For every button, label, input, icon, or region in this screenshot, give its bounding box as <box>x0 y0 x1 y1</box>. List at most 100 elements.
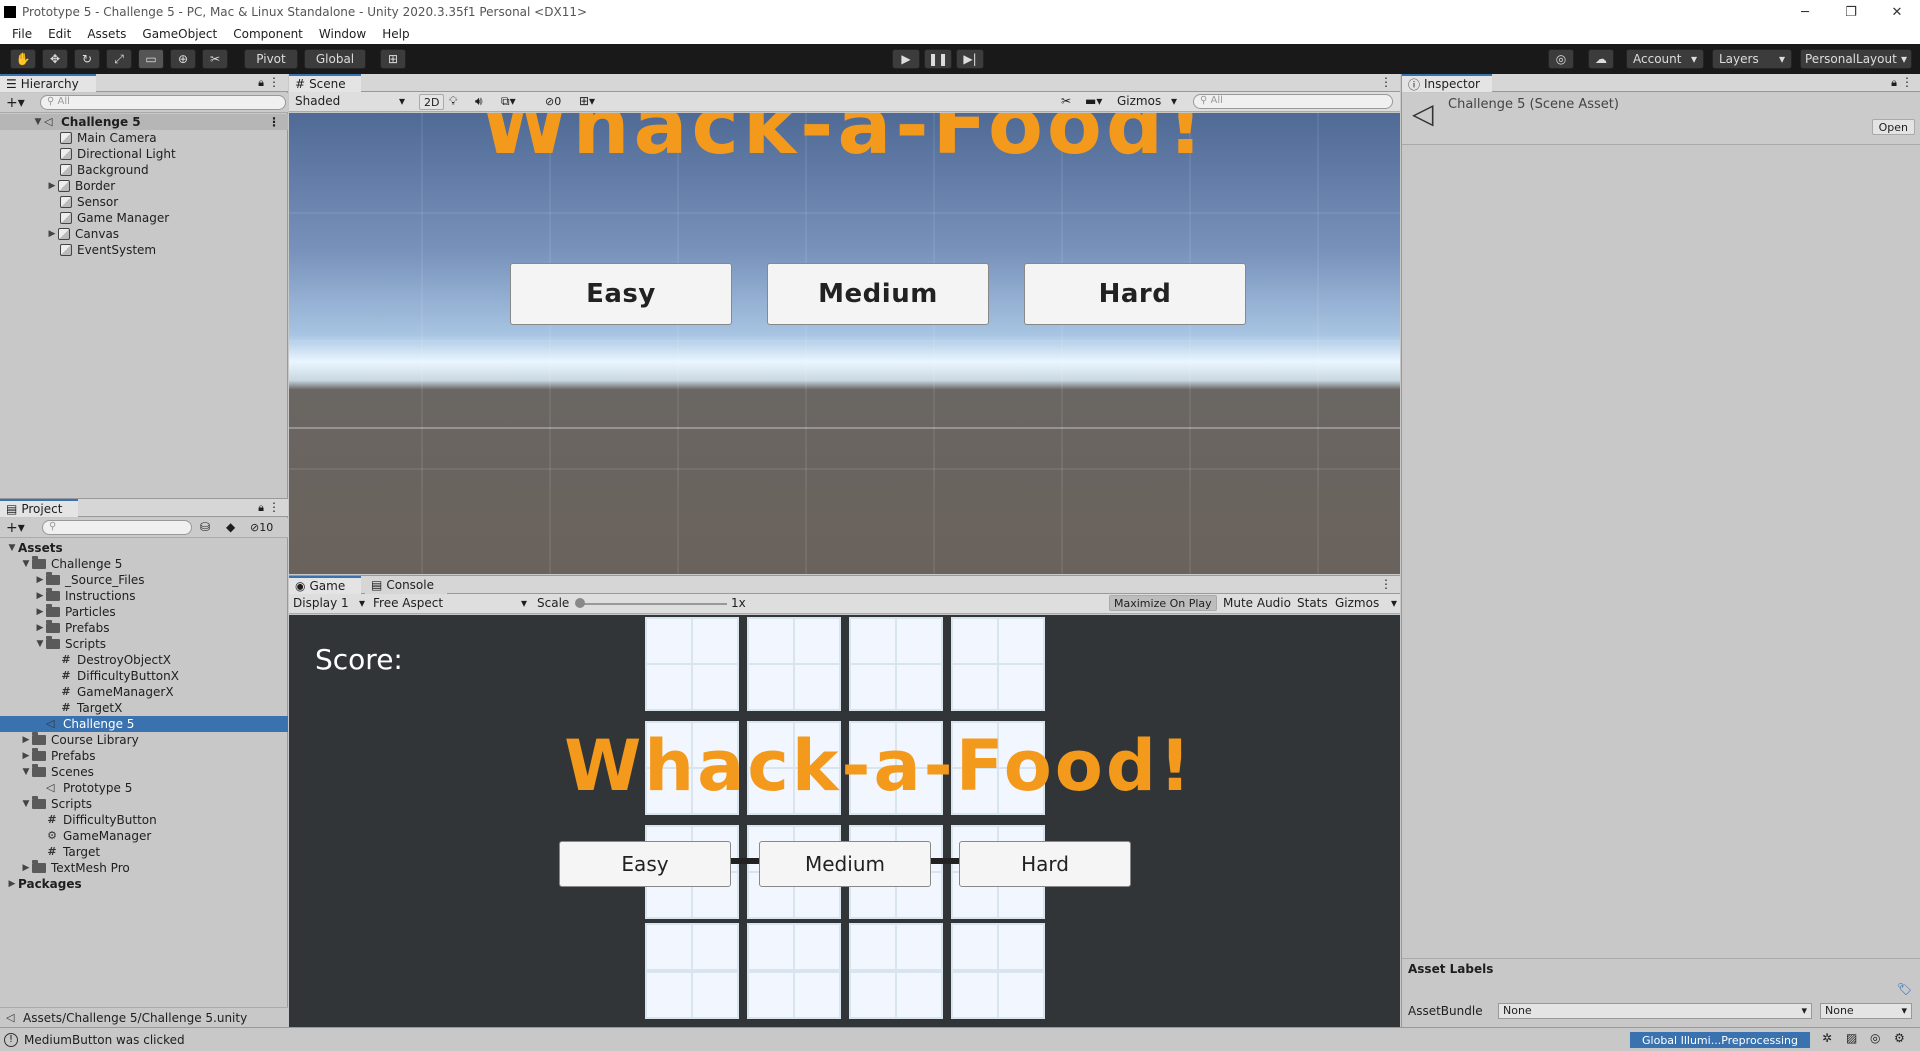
easy-button[interactable]: Easy <box>559 841 731 887</box>
audio-icon[interactable]: 🔊︎ <box>475 94 483 109</box>
expand-arrow-icon[interactable]: ▶ <box>20 863 32 873</box>
tab-scene[interactable]: # Scene <box>289 74 361 92</box>
medium-button[interactable]: Medium <box>759 841 931 887</box>
account-dropdown[interactable]: Account ▾ <box>1626 49 1704 69</box>
more-icon[interactable]: ⋮ <box>268 115 280 129</box>
expand-arrow-icon[interactable]: ▶ <box>34 623 46 633</box>
more-icon[interactable]: ⋮ <box>268 75 280 89</box>
pause-button[interactable]: ❚❚ <box>924 49 952 69</box>
filter-type-icon[interactable]: ⛁ <box>200 520 210 534</box>
lock-icon[interactable]: 🔒︎ <box>258 501 264 515</box>
expand-arrow-icon[interactable]: ▼ <box>32 117 44 127</box>
cloud-icon[interactable]: ☁ <box>1588 49 1614 69</box>
hidden-count-badge[interactable]: ⊘10 <box>250 521 273 534</box>
scale-slider-handle[interactable] <box>575 598 585 608</box>
collab-icon[interactable]: ◎ <box>1548 49 1574 69</box>
hierarchy-item[interactable]: Background <box>60 162 149 178</box>
menu-file[interactable]: File <box>4 27 40 41</box>
hand-tool-icon[interactable]: ✋ <box>10 49 36 69</box>
project-tree-item[interactable]: ▶ Prefabs <box>0 748 288 764</box>
add-icon[interactable]: +▾ <box>6 95 25 111</box>
stats-toggle[interactable]: Stats <box>1297 596 1328 610</box>
menu-component[interactable]: Component <box>225 27 311 41</box>
scene-easy-button[interactable]: Easy <box>510 263 732 325</box>
rect-tool-icon[interactable]: ▭ <box>138 49 164 69</box>
global-toggle[interactable]: Global <box>304 49 366 69</box>
project-tree-item[interactable]: # DifficultyButtonX <box>0 668 288 684</box>
label-tag-icon[interactable]: 🏷︎ <box>1897 982 1912 996</box>
menu-assets[interactable]: Assets <box>79 27 134 41</box>
hierarchy-item[interactable]: Sensor <box>60 194 118 210</box>
game-viewport[interactable]: Score: Whack-a-Food! Easy Medium Hard <box>289 615 1400 1028</box>
project-tree-item[interactable]: ▶ _Source_Files <box>0 572 288 588</box>
expand-arrow-icon[interactable]: ▶ <box>34 575 46 585</box>
shading-dropdown[interactable]: Shaded ▾ <box>291 94 409 110</box>
lock-icon[interactable]: 🔒︎ <box>1891 76 1897 90</box>
expand-arrow-icon[interactable]: ▶ <box>20 751 32 761</box>
more-icon[interactable]: ⋮ <box>1380 577 1392 591</box>
tab-project[interactable]: ▤ Project <box>0 499 78 517</box>
hierarchy-item[interactable]: Directional Light <box>60 146 176 162</box>
restore-icon[interactable]: ❐ <box>1828 0 1874 24</box>
project-search[interactable]: ⚲ <box>42 520 192 535</box>
transform-tool-icon[interactable]: ⊕ <box>170 49 196 69</box>
toggle-2d[interactable]: 2D <box>419 94 445 110</box>
menu-window[interactable]: Window <box>311 27 374 41</box>
lighting-icon[interactable]: 💡︎ <box>449 94 457 109</box>
rotate-tool-icon[interactable]: ↻ <box>74 49 100 69</box>
add-icon[interactable]: +▾ <box>6 520 25 536</box>
project-tree-item[interactable]: ▶ Prefabs <box>0 620 288 636</box>
expand-arrow-icon[interactable]: ▼ <box>34 639 46 649</box>
lighting-status-icon[interactable]: ◎ <box>1870 1031 1880 1045</box>
hierarchy-item[interactable]: Main Camera <box>60 130 157 146</box>
expand-arrow-icon[interactable]: ▼ <box>20 799 32 809</box>
expand-arrow-icon[interactable]: ▶ <box>6 879 18 889</box>
project-tree-item[interactable]: ▶ Course Library <box>0 732 288 748</box>
project-tree-item[interactable]: ▼ Assets <box>0 540 288 556</box>
layout-dropdown[interactable]: PersonalLayout ▾ <box>1800 49 1912 69</box>
more-icon[interactable]: ⋮ <box>1380 75 1392 89</box>
hierarchy-item[interactable]: Game Manager <box>60 210 169 226</box>
tab-inspector[interactable]: ⓘ Inspector <box>1402 74 1492 92</box>
scene-search[interactable]: ⚲ All <box>1193 94 1393 109</box>
hierarchy-search[interactable]: ⚲ All <box>40 95 286 110</box>
more-icon[interactable]: ⋮ <box>1901 75 1913 89</box>
expand-arrow-icon[interactable]: ▼ <box>20 767 32 777</box>
expand-arrow-icon[interactable]: ▼ <box>20 559 32 569</box>
scene-viewport[interactable]: Whack-a-Food! Easy Medium Hard <box>289 113 1400 574</box>
expand-arrow-icon[interactable]: ▶ <box>46 229 58 239</box>
project-tree-item[interactable]: # TargetX <box>0 700 288 716</box>
project-tree-item[interactable]: ▼ Challenge 5 <box>0 556 288 572</box>
scale-tool-icon[interactable]: ⤢ <box>106 49 132 69</box>
hidden-objects-toggle[interactable]: ⊘0 <box>545 95 561 108</box>
project-tree-item[interactable]: # Target <box>0 844 288 860</box>
scene-medium-button[interactable]: Medium <box>767 263 989 325</box>
menu-edit[interactable]: Edit <box>40 27 79 41</box>
custom-tool-icon[interactable]: ✂ <box>202 49 228 69</box>
step-button[interactable]: ▶| <box>956 49 984 69</box>
pivot-toggle[interactable]: Pivot <box>244 49 298 69</box>
display-dropdown[interactable]: Display 1 ▾ <box>291 596 367 612</box>
project-tree-item[interactable]: ▼ Scenes <box>0 764 288 780</box>
close-icon[interactable]: ✕ <box>1874 0 1920 24</box>
tab-game[interactable]: ◉ Game <box>289 576 361 594</box>
project-tree-item[interactable]: ▶ Particles <box>0 604 288 620</box>
hierarchy-item[interactable]: EventSystem <box>60 242 156 258</box>
hierarchy-item[interactable]: ▶ Canvas <box>46 226 120 242</box>
grid-toggle-icon[interactable]: ⊞▾ <box>579 94 595 108</box>
status-message[interactable]: MediumButton was clicked <box>24 1033 185 1047</box>
grid-snap-icon[interactable]: ⊞ <box>380 49 406 69</box>
expand-arrow-icon[interactable]: ▶ <box>20 735 32 745</box>
variant-dropdown[interactable]: None ▾ <box>1820 1003 1912 1019</box>
project-tree-item[interactable]: ▶ TextMesh Pro <box>0 860 288 876</box>
minimize-icon[interactable]: ─ <box>1782 0 1828 24</box>
open-button[interactable]: Open <box>1871 119 1915 135</box>
assetbundle-dropdown[interactable]: None ▾ <box>1498 1003 1812 1019</box>
menu-help[interactable]: Help <box>374 27 417 41</box>
project-tree-item[interactable]: # DifficultyButton <box>0 812 288 828</box>
hierarchy-item[interactable]: ▶ Border <box>46 178 116 194</box>
more-icon[interactable]: ⋮ <box>268 500 280 514</box>
layers-dropdown[interactable]: Layers ▾ <box>1712 49 1792 69</box>
tab-hierarchy[interactable]: ☰ Hierarchy <box>0 74 96 92</box>
game-gizmos-dropdown[interactable]: Gizmos ▾ <box>1335 596 1397 612</box>
